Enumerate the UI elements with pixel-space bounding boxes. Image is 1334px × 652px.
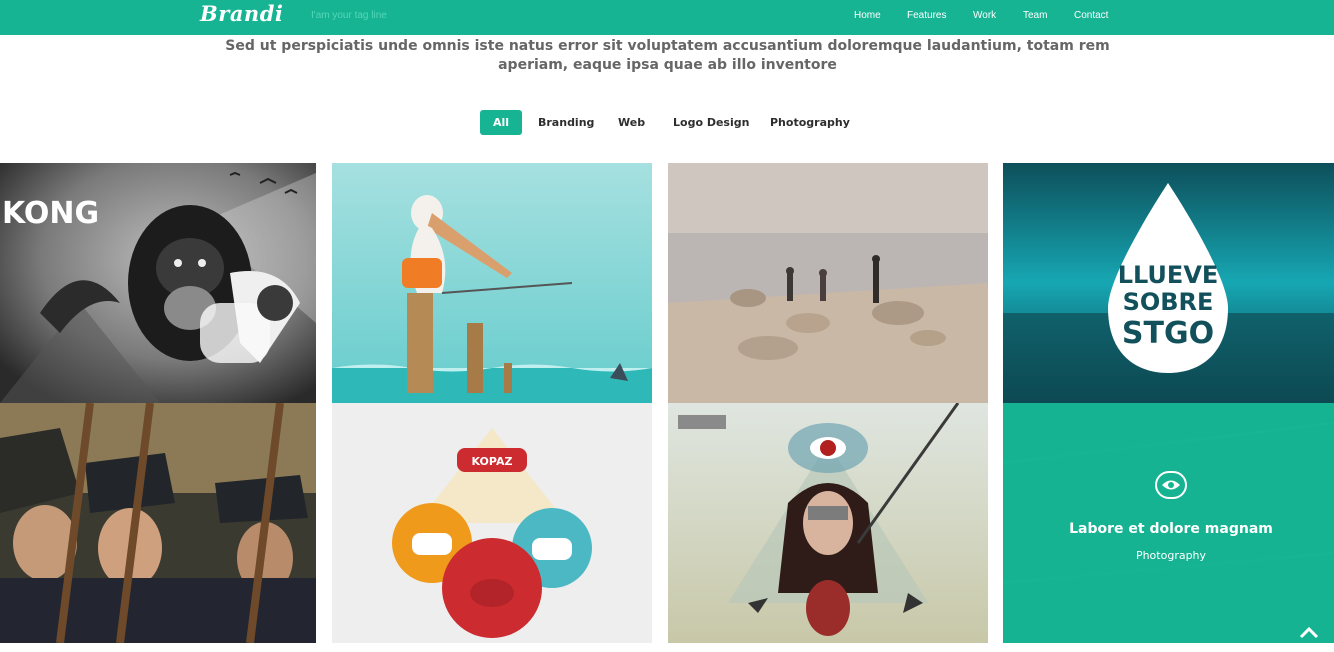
- drop-text-line-1: LLUEVE: [1118, 261, 1219, 289]
- back-to-top-button[interactable]: [1294, 620, 1324, 646]
- filter-branding[interactable]: Branding: [538, 110, 594, 135]
- portfolio-item-lake[interactable]: [668, 163, 988, 403]
- portfolio-item-llueve-sobre-stgo[interactable]: LLUEVE SOBRE STGO: [1003, 163, 1334, 403]
- portfolio-item-category: Photography: [1135, 549, 1207, 562]
- drop-text-line-2: SOBRE: [1123, 288, 1214, 316]
- top-navbar: Brandi I'am your tag line Home Features …: [0, 0, 1334, 35]
- eye-icon: [1162, 480, 1180, 490]
- section-intro-text: Sed ut perspiciatis unde omnis iste natu…: [225, 38, 1110, 73]
- nav-item-home[interactable]: Home: [854, 10, 881, 21]
- view-details-button[interactable]: [1155, 471, 1187, 499]
- brand-tagline: I'am your tag line: [311, 10, 387, 21]
- filter-photography[interactable]: Photography: [770, 110, 850, 135]
- nav-item-features[interactable]: Features: [907, 10, 946, 21]
- portfolio-item-pelican[interactable]: [332, 163, 652, 403]
- chevron-up-icon: [1299, 626, 1319, 639]
- portfolio-item-surreal-portrait[interactable]: [668, 403, 988, 643]
- filter-all[interactable]: All: [480, 110, 523, 135]
- brand-logo[interactable]: Brandi: [200, 1, 283, 26]
- nav-item-team[interactable]: Team: [1023, 10, 1047, 21]
- drop-text-line-3: STGO: [1122, 316, 1214, 351]
- nav-item-work[interactable]: Work: [973, 10, 996, 21]
- portfolio-item-kopaz[interactable]: KOPAZ: [332, 403, 652, 643]
- portfolio-item-title: Labore et dolore magnam: [1069, 521, 1273, 537]
- nav-item-contact[interactable]: Contact: [1074, 10, 1108, 21]
- portfolio-item-kong[interactable]: KONG: [0, 163, 316, 403]
- kong-artwork-text: KONG: [2, 196, 99, 231]
- kopaz-artwork-text: KOPAZ: [472, 455, 513, 468]
- filter-web[interactable]: Web: [618, 110, 645, 135]
- portfolio-item-soldiers[interactable]: [0, 403, 316, 643]
- filter-logo-design[interactable]: Logo Design: [673, 110, 749, 135]
